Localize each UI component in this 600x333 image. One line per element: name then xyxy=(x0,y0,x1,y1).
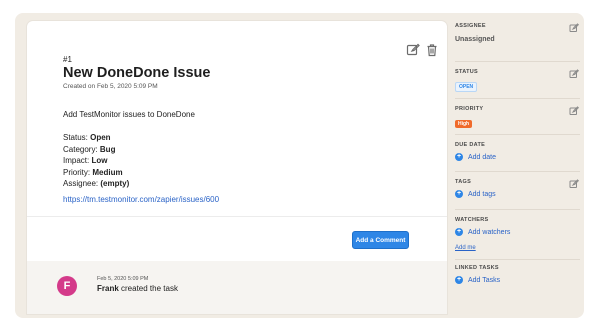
field-status: Status: Open xyxy=(63,133,111,142)
issue-link[interactable]: https://tm.testmonitor.com/zapier/issues… xyxy=(63,195,219,204)
activity-timestamp: Feb 5, 2020 5:09 PM xyxy=(97,276,149,282)
field-assignee: Assignee: (empty) xyxy=(63,179,130,188)
add-watchers-button[interactable]: + Add watchers xyxy=(455,228,580,236)
app-frame: #1 New DoneDone Issue Created on Feb 5, … xyxy=(15,13,584,318)
priority-section: PRIORITY High xyxy=(455,106,580,130)
edit-issue-icon[interactable] xyxy=(406,43,420,57)
status-section: STATUS OPEN xyxy=(455,69,580,93)
edit-status-icon[interactable] xyxy=(569,69,579,79)
assignee-label: ASSIGNEE xyxy=(455,23,486,29)
issue-title: New DoneDone Issue xyxy=(63,65,211,81)
linked-tasks-section: LINKED TASKS + Add Tasks xyxy=(455,265,580,284)
status-label: STATUS xyxy=(455,69,478,75)
activity-section xyxy=(27,261,447,314)
add-tags-button[interactable]: + Add tags xyxy=(455,190,580,198)
watchers-section: WATCHERS + Add watchers Add me xyxy=(455,217,580,254)
plus-icon: + xyxy=(455,190,463,198)
plus-icon: + xyxy=(455,276,463,284)
activity-text: Frank created the task xyxy=(97,284,178,293)
issue-number: #1 xyxy=(63,55,72,64)
issue-created-date: Created on Feb 5, 2020 5:09 PM xyxy=(63,83,158,90)
edit-assignee-icon[interactable] xyxy=(569,23,579,33)
edit-tags-icon[interactable] xyxy=(569,179,579,189)
due-date-label: DUE DATE xyxy=(455,142,486,148)
divider xyxy=(27,216,447,217)
tags-label: TAGS xyxy=(455,179,472,185)
linked-tasks-label: LINKED TASKS xyxy=(455,265,499,271)
add-comment-button[interactable]: Add a Comment xyxy=(352,231,409,249)
activity-user: Frank xyxy=(97,284,119,293)
assignee-section: ASSIGNEE Unassigned xyxy=(455,23,580,43)
watchers-label: WATCHERS xyxy=(455,217,489,223)
add-me-link[interactable]: Add me xyxy=(455,245,476,251)
due-date-section: DUE DATE + Add date xyxy=(455,142,580,161)
field-impact: Impact: Low xyxy=(63,156,108,165)
description-text: Add TestMonitor issues to DoneDone xyxy=(63,110,195,119)
assignee-value: Unassigned xyxy=(455,36,495,43)
priority-label: PRIORITY xyxy=(455,106,484,112)
tags-section: TAGS + Add tags xyxy=(455,179,580,198)
edit-priority-icon[interactable] xyxy=(569,106,579,116)
avatar: F xyxy=(57,276,77,296)
field-category: Category: Bug xyxy=(63,144,116,154)
issue-panel: #1 New DoneDone Issue Created on Feb 5, … xyxy=(27,21,447,314)
field-priority: Priority: Medium xyxy=(63,167,123,177)
priority-badge: High xyxy=(455,120,473,128)
issue-description: Add TestMonitor issues to DoneDone Statu… xyxy=(63,109,195,190)
plus-icon: + xyxy=(455,228,463,236)
trash-icon[interactable] xyxy=(425,43,439,57)
status-badge: OPEN xyxy=(455,82,478,92)
plus-icon: + xyxy=(455,153,463,161)
add-date-button[interactable]: + Add date xyxy=(455,153,580,161)
add-tasks-button[interactable]: + Add Tasks xyxy=(455,276,580,284)
